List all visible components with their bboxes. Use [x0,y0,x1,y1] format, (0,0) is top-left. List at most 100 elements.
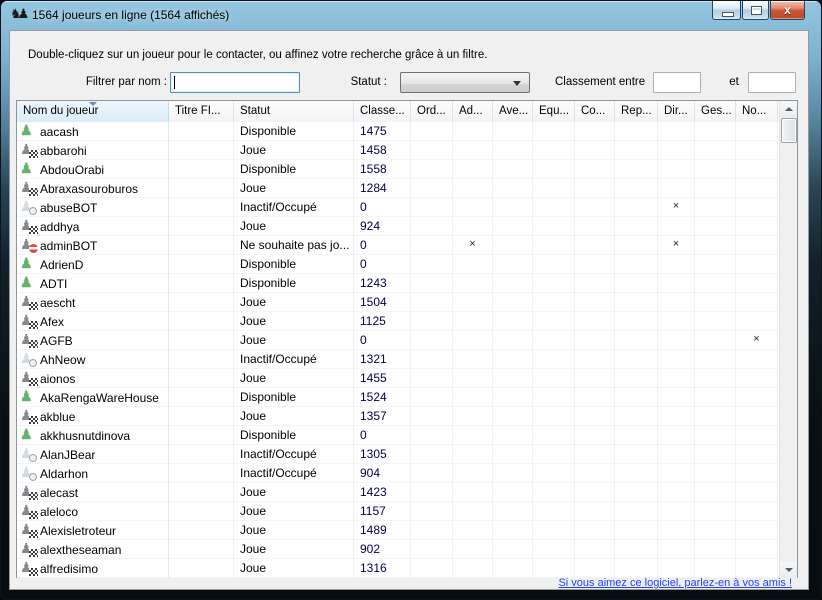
ges-cell [695,445,736,464]
column-header-no[interactable]: No... [736,101,778,122]
dir-cell [658,179,695,198]
table-row[interactable]: ♟alecastJoue1423 [17,483,780,502]
column-header-classement[interactable]: Classe... [354,101,411,122]
rep-cell [615,540,658,559]
rep-cell [615,388,658,407]
table-row[interactable]: ♟alelocoJoue1157 [17,502,780,521]
table-row[interactable]: ♟AbraxasouroburosJoue1284 [17,179,780,198]
column-header-rep[interactable]: Rep... [615,101,658,122]
rating-cell: 1321 [354,350,411,369]
titre-cell [169,350,234,369]
status-cell: Joue [234,521,354,540]
table-row[interactable]: ♟ADTIDisponible1243 [17,274,780,293]
table-row[interactable]: ♟AdrienDDisponible0 [17,255,780,274]
ad-cell [453,217,493,236]
ord-cell [411,274,453,293]
titre-cell [169,274,234,293]
ad-cell [453,521,493,540]
no-cell [736,388,778,407]
rating-cell: 924 [354,217,411,236]
column-header-ord[interactable]: Ord... [411,101,453,122]
column-header-co[interactable]: Co... [575,101,615,122]
column-header-dir[interactable]: Dir... [658,101,695,122]
co-cell [575,483,615,502]
table-row[interactable]: ♟akkhusnutdinovaDisponible0 [17,426,780,445]
table-row[interactable]: ♟AbdouOrabiDisponible1558 [17,160,780,179]
table-row[interactable]: ♟akblueJoue1357 [17,407,780,426]
table-row[interactable]: ♟AldarhonInactif/Occupé904 [17,464,780,483]
vertical-scrollbar[interactable] [779,101,797,578]
player-name-cell: ♟Abraxasouroburos [17,179,169,198]
scroll-down-button[interactable] [780,562,797,578]
ave-cell [493,217,533,236]
column-header-statut[interactable]: Statut [234,101,354,122]
table-row[interactable]: ♟AGFBJoue0× [17,331,780,350]
player-name-cell: ♟AGFB [17,331,169,350]
close-icon: x [771,3,804,17]
titre-cell [169,141,234,160]
titre-cell [169,483,234,502]
ord-cell [411,502,453,521]
dir-cell: × [658,236,695,255]
ges-cell [695,236,736,255]
ord-cell [411,331,453,350]
column-header-equ[interactable]: Equ... [533,101,575,122]
table-row[interactable]: ♟addhyaJoue924 [17,217,780,236]
table-row[interactable]: ♟AlanJBearInactif/Occupé1305 [17,445,780,464]
dir-cell: × [658,198,695,217]
co-cell [575,521,615,540]
minimize-button[interactable] [712,1,741,20]
scrollbar-thumb[interactable] [781,118,797,143]
filter-name-input[interactable] [170,72,300,93]
rating-cell: 1475 [354,122,411,141]
ave-cell [493,160,533,179]
close-button[interactable]: x [770,1,805,20]
player-name: Alexisletroteur [40,524,116,538]
maximize-button[interactable] [742,1,769,20]
table-row[interactable]: ♟alfredisimoJoue1316 [17,559,780,578]
dir-cell [658,540,695,559]
table-row[interactable]: ♟abbarohiJoue1458 [17,141,780,160]
minimize-icon [722,12,734,17]
column-header-ges[interactable]: Ges... [695,101,736,122]
pawn-chessboard-icon: ♟ [20,561,37,577]
equ-cell [533,350,575,369]
equ-cell [533,331,575,350]
pawn-chessboard-icon: ♟ [20,523,37,539]
column-header-name[interactable]: Nom du joueur [17,101,169,122]
status-cell: Joue [234,502,354,521]
table-row[interactable]: ♟aeschtJoue1504 [17,293,780,312]
co-cell [575,179,615,198]
equ-cell [533,388,575,407]
ave-cell [493,350,533,369]
co-cell [575,559,615,578]
status-dropdown[interactable] [400,72,530,93]
table-row[interactable]: ♟alextheseamanJoue902 [17,540,780,559]
table-row[interactable]: ♟AfexJoue1125 [17,312,780,331]
column-header-titre[interactable]: Titre FI... [169,101,234,122]
ges-cell [695,331,736,350]
player-name-cell: ♟aescht [17,293,169,312]
player-name: Afex [40,315,64,329]
table-row[interactable]: ♟abuseBOTInactif/Occupé0× [17,198,780,217]
co-cell [575,540,615,559]
column-header-ave[interactable]: Ave... [493,101,533,122]
table-row[interactable]: ♟adminBOTNe souhaite pas jo...0×× [17,236,780,255]
table-row[interactable]: ♟AhNeowInactif/Occupé1321 [17,350,780,369]
table-row[interactable]: ♟aacashDisponible1475 [17,122,780,141]
player-name-cell: ♟aionos [17,369,169,388]
rating-cell: 1455 [354,369,411,388]
table-row[interactable]: ♟AlexisletroteurJoue1489 [17,521,780,540]
pawn-chessboard-icon: ♟ [20,314,37,330]
titlebar[interactable]: ♞♟ 1564 joueurs en ligne (1564 affichés)… [1,1,821,30]
column-header-ad[interactable]: Ad... [453,101,493,122]
share-link[interactable]: Si vous aimez ce logiciel, parlez-en à v… [558,577,792,589]
player-name-cell: ♟Aldarhon [17,464,169,483]
rating-min-input[interactable] [653,72,701,93]
status-cell: Inactif/Occupé [234,464,354,483]
table-row[interactable]: ♟AkaRengaWareHouseDisponible1524 [17,388,780,407]
table-row[interactable]: ♟aionosJoue1455 [17,369,780,388]
rating-max-input[interactable] [748,72,796,93]
scroll-up-button[interactable] [780,101,797,117]
pawn-chessboard-icon: ♟ [20,485,37,501]
